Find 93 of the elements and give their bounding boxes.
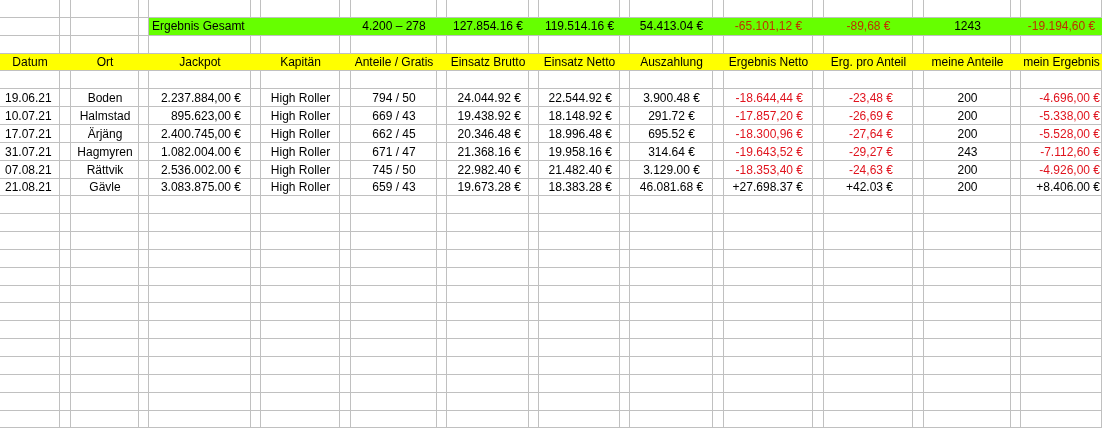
table-cell-text: 3.129.00 € [643,161,700,179]
table-cell-text: +27.698.37 € [732,179,803,197]
summary-label: Ergebnis Gesamt [152,18,245,36]
column-header: mein Ergebnis [1023,53,1100,71]
table-cell-text: 20.346.48 € [457,125,521,143]
table-cell-text: 291.72 € [648,108,695,125]
table-cell-text: -17.857,20 € [735,108,803,125]
table-cell-text: -4.926,00 € [1039,161,1100,179]
total-cell-text: 1243 [954,18,981,36]
column-header: Auszahlung [640,53,703,71]
table-cell-text: 200 [957,108,978,125]
table-cell-text: 19.673.28 € [457,179,521,197]
table-cell-text: 794 / 50 [372,90,416,108]
table-cell-text: -26,69 € [848,108,893,125]
table-cell-text: +8.406.00 € [1036,179,1100,197]
column-header: Einsatz Netto [543,53,616,71]
table-cell-text: 10.07.21 [5,108,52,125]
table-cell-text: 21.08.21 [5,179,52,197]
table-cell-text: 2.400.745,00 € [160,125,241,143]
table-cell-text: 200 [957,179,978,197]
table-cell-text: 24.044.92 € [457,90,521,108]
table-cell-text: -18.300,96 € [735,125,803,143]
table-cell-text: 3.900.48 € [643,90,700,108]
column-header: Einsatz Brutto [450,53,526,71]
total-cell-text: 54.413.04 € [639,18,704,36]
table-cell-text: High Roller [270,90,331,108]
column-header: Datum [12,53,48,71]
table-cell-text: -4.696,00 € [1039,90,1100,108]
total-cell-text: 127.854.16 € [452,18,524,36]
table-cell-text: 17.07.21 [5,125,52,143]
table-cell-text: 1.082.004.00 € [160,143,241,161]
table-cell-text: -24,63 € [848,161,893,179]
table-cell-text: 19.438.92 € [457,108,521,125]
table-cell-text: 07.08.21 [5,161,52,179]
table-cell-text: 22.544.92 € [548,90,612,108]
table-cell-text: 22.982.40 € [457,161,521,179]
table-cell-text: -29,27 € [848,143,893,161]
table-cell-text: 19.06.21 [5,90,52,108]
table-cell-text: 695.52 € [648,125,695,143]
table-cell-text: 31.07.21 [5,143,52,161]
table-cell-text: High Roller [270,179,331,197]
column-header: Anteile / Gratis [354,53,434,71]
table-cell-text: -5.528,00 € [1039,125,1100,143]
table-cell-text: Halmstad [79,108,131,125]
table-cell-text: 18.148.92 € [548,108,612,125]
total-cell-text: -19.194,60 € [1027,18,1096,36]
table-cell-text: 18.383.28 € [548,179,612,197]
table-cell-text: -18.353,40 € [735,161,803,179]
table-cell-text: 659 / 43 [372,179,416,197]
table-cell-text: High Roller [270,125,331,143]
table-cell-text: High Roller [270,143,331,161]
table-cell-text: High Roller [270,161,331,179]
table-cell-text: Ärjäng [87,125,123,143]
table-cell-text: 745 / 50 [372,161,416,179]
table-cell-text: -23,48 € [848,90,893,108]
table-cell-text: Hagmyren [77,143,133,161]
table-cell-text: 314.64 € [648,143,695,161]
table-cell-text: 2.237.884,00 € [160,90,241,108]
table-cell-text: 21.482.40 € [548,161,612,179]
table-cell-text: -19.643,52 € [735,143,803,161]
table-cell-text: -27,64 € [848,125,893,143]
table-cell-text: 18.996.48 € [548,125,612,143]
table-cell-text: 46.081.68 € [639,179,704,197]
table-cell-text: 200 [957,90,978,108]
table-cell-text: +42.03 € [845,179,893,197]
table-cell-text: 671 / 47 [372,143,416,161]
table-cell-text: 21.368.16 € [457,143,521,161]
total-cell-text: -65.101,12 € [734,18,803,36]
table-cell-text: 669 / 43 [372,108,416,125]
total-cell-text: -89,68 € [846,18,891,36]
table-cell-text: Boden [87,90,123,108]
table-cell-text: Gävle [89,179,121,197]
column-header: Kapitän [280,53,321,71]
table-cell-text: Rättvik [86,161,124,179]
total-cell-text: 4.200 – 278 [362,18,426,36]
table-cell-text: 200 [957,125,978,143]
column-header: Jackpot [179,53,221,71]
table-cell-text: 2.536.002.00 € [160,161,241,179]
table-cell-text: 662 / 45 [372,125,416,143]
column-header: Ort [96,53,114,71]
total-cell-text: 119.514.16 € [544,18,615,36]
column-header: meine Anteile [931,53,1004,71]
table-cell-text: 243 [957,143,978,161]
table-cell-text: -18.644,44 € [735,90,803,108]
table-cell-text: 895.623,00 € [170,108,241,125]
table-cell-text: -7.112,60 € [1040,143,1100,161]
table-cell-text: 19.958.16 € [548,143,612,161]
column-header: Erg. pro Anteil [830,53,907,71]
table-cell-text: High Roller [270,108,331,125]
table-cell-text: 200 [957,161,978,179]
column-header: Ergebnis Netto [728,53,809,71]
table-cell-text: 3.083.875.00 € [160,179,241,197]
table-cell-text: -5.338,00 € [1039,108,1100,125]
